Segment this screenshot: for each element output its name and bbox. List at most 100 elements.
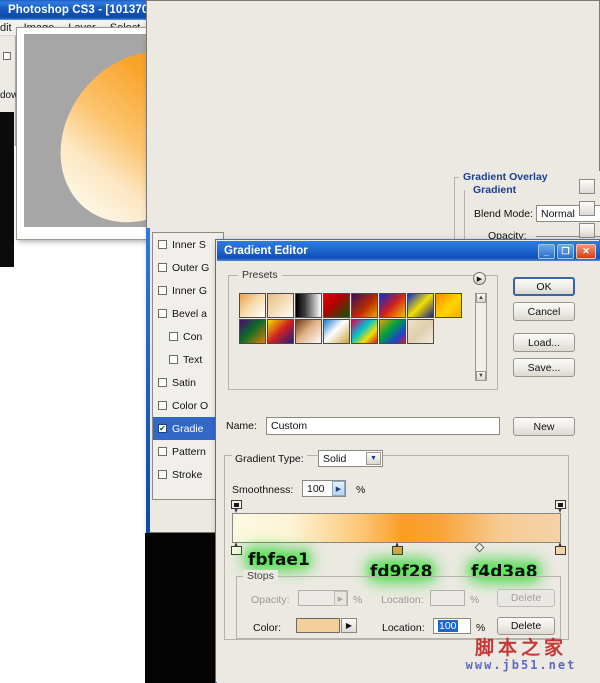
- opacity-stop-right-tip: [558, 508, 562, 513]
- layer-style-label: Satin: [172, 377, 196, 389]
- gradient-overlay-title: Gradient Overlay: [460, 171, 551, 183]
- load-button[interactable]: Load...: [513, 333, 575, 352]
- layer-style-item-con[interactable]: Con: [153, 325, 223, 348]
- preset-swatch[interactable]: [435, 293, 462, 318]
- gradient-type-combo[interactable]: Solid ▼: [318, 450, 383, 467]
- layer-style-item-coloro[interactable]: Color O: [153, 394, 223, 417]
- color-delete-button[interactable]: Delete: [497, 617, 555, 635]
- layer-style-checkbox[interactable]: [158, 240, 167, 249]
- layer-style-item-pattern[interactable]: Pattern: [153, 440, 223, 463]
- color-swatch-arrow-icon[interactable]: ▶: [341, 618, 357, 633]
- layer-style-label: Inner G: [172, 285, 207, 297]
- preset-swatch[interactable]: [407, 319, 434, 344]
- color-swatch[interactable]: [296, 618, 340, 633]
- layer-style-item-satin[interactable]: Satin: [153, 371, 223, 394]
- preset-swatch[interactable]: [407, 293, 434, 318]
- layer-style-side-button-2[interactable]: [579, 201, 595, 216]
- gradient-group-title: Gradient: [470, 184, 519, 196]
- color-stop-right[interactable]: [555, 542, 566, 555]
- layer-style-item-inners[interactable]: Inner S: [153, 233, 223, 256]
- layer-style-checkbox[interactable]: [158, 378, 167, 387]
- layer-style-side-button-1[interactable]: [579, 179, 595, 194]
- layer-styles-list[interactable]: Inner S Outer G Inner G Bevel a Con Text Satin…: [152, 232, 224, 500]
- ok-button[interactable]: OK: [513, 277, 575, 296]
- chevron-down-icon[interactable]: ▼: [366, 452, 381, 465]
- preset-swatch[interactable]: [379, 319, 406, 344]
- layer-style-checkbox[interactable]: [158, 286, 167, 295]
- layer-style-item-bevela[interactable]: Bevel a: [153, 302, 223, 325]
- preset-swatch[interactable]: [239, 319, 266, 344]
- layer-style-checkbox[interactable]: [158, 263, 167, 272]
- stop-opacity-location-input: [430, 590, 465, 606]
- color-delete-label: Delete: [511, 620, 541, 632]
- new-button[interactable]: New: [513, 417, 575, 436]
- preset-swatch[interactable]: [323, 293, 350, 318]
- preset-swatch[interactable]: [267, 293, 294, 318]
- layer-style-item-gradie[interactable]: ✔Gradie: [153, 417, 223, 440]
- save-button[interactable]: Save...: [513, 358, 575, 377]
- preset-swatch[interactable]: [351, 293, 378, 318]
- layer-style-checkbox[interactable]: [158, 447, 167, 456]
- layer-style-label: Color O: [172, 400, 208, 412]
- layer-style-left-border: [146, 228, 150, 533]
- layer-style-checkbox[interactable]: [158, 401, 167, 410]
- layer-style-item-innerg[interactable]: Inner G: [153, 279, 223, 302]
- layer-style-label: Stroke: [172, 469, 202, 481]
- preset-swatch[interactable]: [379, 293, 406, 318]
- layer-style-label: Inner S: [172, 239, 206, 251]
- layer-style-item-stroke[interactable]: Stroke: [153, 463, 223, 486]
- preset-menu-arrow-icon[interactable]: ▶: [473, 272, 486, 285]
- layer-style-item-outerg[interactable]: Outer G: [153, 256, 223, 279]
- color-stop-left[interactable]: [231, 542, 242, 555]
- layer-style-checkbox[interactable]: [169, 355, 178, 364]
- stop-opacity-location-label: Location:: [381, 594, 424, 606]
- color-stop-middle-house: [392, 546, 403, 555]
- minimize-icon[interactable]: _: [538, 244, 555, 259]
- layer-style-checkbox[interactable]: ✔: [158, 424, 167, 433]
- close-icon[interactable]: ✕: [576, 244, 596, 259]
- save-button-label: Save...: [528, 362, 561, 374]
- presets-scrollbar[interactable]: ▲ ▼: [475, 293, 487, 381]
- name-input[interactable]: Custom: [266, 417, 500, 435]
- gradient-editor-title-bar: Gradient Editor _ ❐ ✕: [217, 241, 600, 261]
- preset-swatch[interactable]: [295, 293, 322, 318]
- menu-item-edit[interactable]: dit: [0, 22, 17, 34]
- screenshot-root: Photoshop CS3 - [10137071_xxl.psd @ 12.5…: [0, 0, 600, 683]
- layer-style-checkbox[interactable]: [158, 309, 167, 318]
- stop-opacity-location-percent: %: [470, 594, 479, 606]
- stop-color-label: Color:: [253, 622, 281, 634]
- blend-mode-value: Normal: [541, 208, 575, 220]
- color-stop-left-house: [231, 546, 242, 555]
- layer-style-checkbox[interactable]: [169, 332, 178, 341]
- smoothness-spinner[interactable]: ▶: [332, 481, 345, 496]
- opacity-stop-right[interactable]: [555, 500, 566, 513]
- stop-color-location-label: Location:: [382, 622, 425, 634]
- layer-style-label: Bevel a: [172, 308, 207, 320]
- left-panel-checkbox[interactable]: [3, 52, 11, 60]
- gradient-type-label: Gradient Type:: [232, 453, 307, 465]
- preset-swatch[interactable]: [239, 293, 266, 318]
- layer-style-item-text[interactable]: Text: [153, 348, 223, 371]
- color-stop-middle[interactable]: [392, 542, 403, 555]
- layer-style-label: Text: [183, 354, 202, 366]
- preset-swatch[interactable]: [351, 319, 378, 344]
- scroll-down-arrow-icon[interactable]: ▼: [476, 371, 486, 381]
- layer-style-checkbox[interactable]: [158, 470, 167, 479]
- scroll-up-arrow-icon[interactable]: ▲: [476, 293, 486, 303]
- cancel-button[interactable]: Cancel: [513, 302, 575, 321]
- color-stop-right-house: [555, 546, 566, 555]
- ok-button-label: OK: [536, 281, 551, 293]
- preset-swatch[interactable]: [323, 319, 350, 344]
- gradient-preview-bar[interactable]: [232, 513, 561, 543]
- maximize-icon[interactable]: ❐: [557, 244, 574, 259]
- opacity-stop-left-tip: [234, 508, 238, 513]
- opacity-stop-left[interactable]: [231, 500, 242, 513]
- name-label: Name:: [226, 420, 257, 432]
- cancel-button-label: Cancel: [528, 306, 561, 318]
- presets-legend: Presets: [238, 269, 282, 281]
- stop-opacity-spinner: ▶: [334, 591, 347, 606]
- layer-style-side-button-3[interactable]: [579, 223, 595, 238]
- location-input[interactable]: 100: [433, 618, 471, 634]
- preset-swatch[interactable]: [295, 319, 322, 344]
- preset-swatch[interactable]: [267, 319, 294, 344]
